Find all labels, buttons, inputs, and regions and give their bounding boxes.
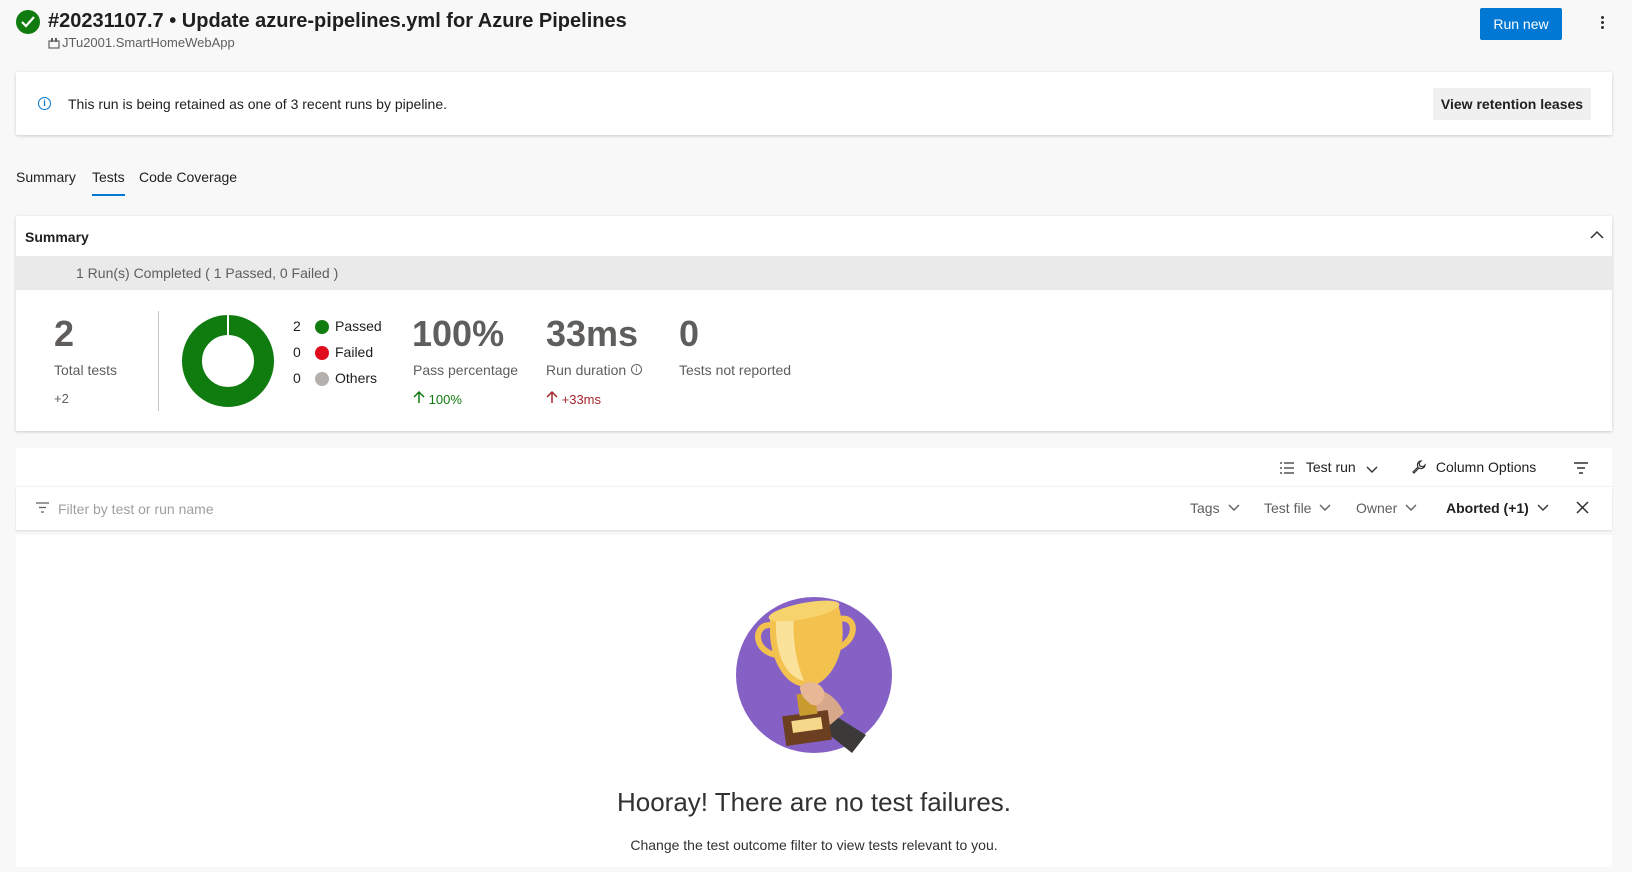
tab-summary[interactable]: Summary <box>16 169 76 185</box>
banner-text: This run is being retained as one of 3 r… <box>68 96 448 112</box>
not-reported-value: 0 <box>679 313 700 354</box>
run-duration-label-text: Run duration <box>546 362 627 378</box>
outcome-filter-dropdown[interactable]: Aborted (+1) <box>1446 500 1549 516</box>
others-count: 0 <box>293 370 301 386</box>
total-tests-label: Total tests <box>54 362 118 378</box>
summary-card: Summary 1 Run(s) Completed ( 1 Passed, 0… <box>16 216 1612 431</box>
filter-bar: Tags Test file Owner Aborted (+1) <box>16 486 1612 530</box>
empty-state-headline: Hooray! There are no test failures. <box>616 787 1012 817</box>
chevron-down-icon <box>1228 504 1240 511</box>
list-icon <box>1280 462 1294 474</box>
empty-state: Hooray! There are no test failures. Chan… <box>16 535 1612 867</box>
view-retention-leases-button[interactable]: View retention leases <box>1433 88 1591 120</box>
run-duration-delta: +33ms <box>546 390 601 407</box>
run-duration-value: 33ms <box>546 313 639 354</box>
empty-state-hint: Change the test outcome filter to view t… <box>630 837 998 853</box>
outcome-donut-chart <box>182 314 274 407</box>
chevron-down-icon <box>1537 504 1549 511</box>
results-toolbar: Test run Column Options <box>16 448 1612 486</box>
not-reported-label: Tests not reported <box>679 362 792 378</box>
column-options-label: Column Options <box>1435 459 1537 475</box>
repo-link[interactable]: JTu2001.SmartHomeWebApp <box>48 35 235 51</box>
failed-label: Failed <box>335 344 374 360</box>
info-icon: i <box>38 97 51 110</box>
others-label: Others <box>335 370 378 386</box>
total-tests-value: 2 <box>54 313 75 354</box>
repo-icon <box>48 38 60 49</box>
pass-percentage-label: Pass percentage <box>413 362 519 378</box>
pass-percentage-delta: 100% <box>413 390 462 407</box>
test-file-label: Test file <box>1264 500 1312 516</box>
passed-count: 2 <box>293 318 301 334</box>
chevron-down-icon <box>1405 504 1417 511</box>
info-icon[interactable]: i <box>631 364 643 375</box>
run-duration-label: Run duration i <box>546 362 643 378</box>
failed-count: 0 <box>293 344 301 360</box>
owner-filter-dropdown[interactable]: Owner <box>1356 500 1417 516</box>
repo-name: JTu2001.SmartHomeWebApp <box>62 35 235 50</box>
tags-label: Tags <box>1190 500 1220 516</box>
owner-label: Owner <box>1356 500 1398 516</box>
tab-tests[interactable]: Tests <box>92 169 125 196</box>
runs-completed-bar: 1 Run(s) Completed ( 1 Passed, 0 Failed … <box>16 256 1612 290</box>
run-header: #20231107.7 • Update azure-pipelines.yml… <box>16 8 1616 52</box>
summary-title: Summary <box>25 229 89 245</box>
others-dot-icon <box>315 372 329 386</box>
outcome-label: Aborted (+1) <box>1446 500 1529 516</box>
page-title: #20231107.7 • Update azure-pipelines.yml… <box>48 10 627 32</box>
runs-completed-text: 1 Run(s) Completed ( 1 Passed, 0 Failed … <box>76 265 339 281</box>
total-tests-delta: +2 <box>54 391 69 406</box>
collapse-chevron-icon[interactable] <box>1590 230 1604 240</box>
column-options-button[interactable]: Column Options <box>1412 459 1536 475</box>
duration-delta-text: +33ms <box>561 392 602 407</box>
passed-label: Passed <box>335 318 382 334</box>
chevron-down-icon <box>1366 466 1378 473</box>
tab-code-coverage[interactable]: Code Coverage <box>139 169 237 185</box>
test-file-filter-dropdown[interactable]: Test file <box>1264 500 1331 516</box>
filter-input[interactable] <box>58 496 458 522</box>
pass-percentage-value: 100% <box>412 313 505 354</box>
arrow-up-icon <box>413 390 425 403</box>
test-run-groupby-dropdown[interactable]: Test run <box>1280 459 1378 475</box>
run-new-button[interactable]: Run new <box>1480 8 1562 40</box>
arrow-up-icon <box>546 390 558 403</box>
trophy-illustration-icon <box>736 597 892 753</box>
pass-delta-text: 100% <box>428 392 462 407</box>
failed-dot-icon <box>315 346 329 360</box>
divider <box>158 311 159 411</box>
wrench-icon <box>1412 460 1426 474</box>
passed-dot-icon <box>315 320 329 334</box>
more-actions-icon[interactable] <box>1592 14 1612 34</box>
clear-filters-icon[interactable] <box>1576 501 1589 514</box>
retention-banner: i This run is being retained as one of 3… <box>16 72 1612 135</box>
tags-filter-dropdown[interactable]: Tags <box>1190 500 1240 516</box>
success-check-icon <box>16 10 40 34</box>
chevron-down-icon <box>1319 504 1331 511</box>
filter-icon <box>36 502 49 513</box>
test-run-label: Test run <box>1305 459 1356 475</box>
filter-toggle-icon[interactable] <box>1574 462 1588 474</box>
